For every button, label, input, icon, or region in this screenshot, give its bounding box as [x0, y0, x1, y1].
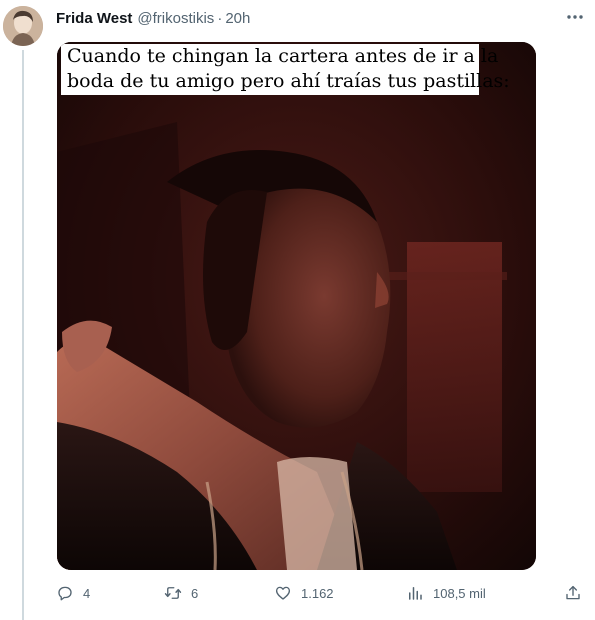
reply-count: 4	[83, 585, 91, 601]
analytics-icon	[409, 587, 422, 600]
share-button[interactable]	[564, 580, 582, 606]
retweet-count: 6	[191, 585, 199, 601]
like-button[interactable]: 1.162	[274, 580, 334, 606]
tweet[interactable]: Frida West @frikostikis · 20h Cuando te …	[0, 0, 595, 620]
avatar[interactable]	[3, 6, 43, 46]
separator-dot: ·	[217, 9, 223, 27]
meme-photo	[57, 42, 536, 570]
tweet-timestamp[interactable]: 20h	[225, 10, 250, 27]
like-count: 1.162	[301, 585, 334, 601]
author-handle[interactable]: @frikostikis	[137, 10, 214, 27]
views-count: 108,5 mil	[433, 585, 486, 601]
tweet-actions: 4 6 1.162 108,5 mil	[56, 580, 586, 606]
reply-button[interactable]: 4	[56, 580, 90, 606]
reply-icon	[58, 586, 72, 601]
retweet-button[interactable]: 6	[164, 580, 198, 606]
views-button[interactable]: 108,5 mil	[406, 580, 486, 606]
avatar-image	[3, 6, 43, 46]
tweet-header: Frida West @frikostikis · 20h	[56, 8, 250, 28]
author-display-name[interactable]: Frida West	[56, 10, 132, 27]
meme-caption-line: boda de tu amigo pero ahí traías tus pas…	[67, 70, 510, 92]
heart-icon	[275, 586, 291, 600]
more-horizontal-icon[interactable]	[564, 8, 586, 26]
share-icon	[566, 585, 580, 600]
meme-caption: Cuando te chingan la cartera antes de ir…	[61, 44, 510, 95]
tweet-media[interactable]: Cuando te chingan la cartera antes de ir…	[57, 42, 536, 570]
retweet-icon	[164, 587, 182, 599]
meme-caption-line: Cuando te chingan la cartera antes de ir…	[67, 45, 499, 67]
thread-line	[22, 50, 24, 620]
